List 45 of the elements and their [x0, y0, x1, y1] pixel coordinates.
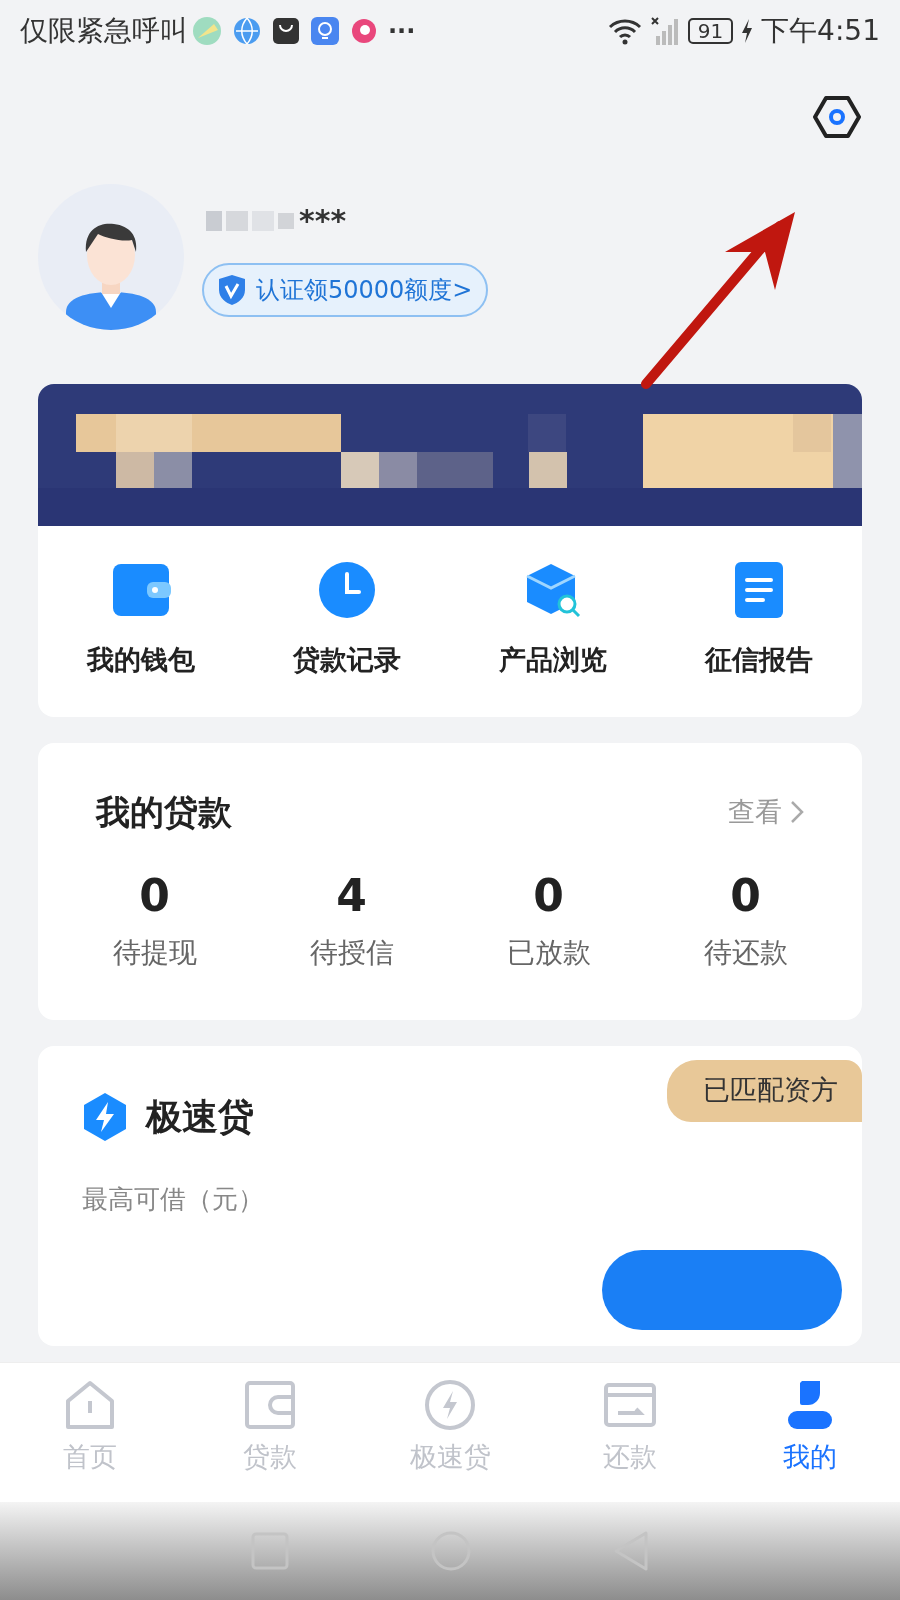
shield-icon: [218, 273, 246, 306]
masked-phone-number: ***: [299, 201, 347, 240]
settings-icon: [813, 95, 861, 139]
section-title: 我的贷款: [96, 790, 232, 834]
quick-action-label: 贷款记录: [293, 643, 401, 677]
status-text: 仅限紧急呼叫: [20, 13, 188, 49]
verification-badge[interactable]: 认证领50000额度>: [202, 262, 489, 317]
app-icon: [350, 17, 378, 45]
back-icon[interactable]: [612, 1530, 650, 1572]
view-link[interactable]: 查看: [728, 791, 804, 833]
stat-label: 已放款: [506, 934, 591, 971]
matched-tag: 已匹配资方: [667, 1059, 862, 1122]
charging-icon: [741, 19, 754, 43]
lightning-icon: [82, 1091, 128, 1142]
home-icon[interactable]: [430, 1530, 472, 1572]
globe-icon: [232, 16, 262, 46]
tab[interactable]: 我的: [720, 1363, 900, 1502]
signal-icon: [649, 16, 680, 46]
app-icon: [192, 16, 222, 46]
stat-value: 0: [139, 873, 170, 918]
stat-label: 待授信: [309, 934, 394, 971]
more-notifications: ···: [388, 16, 416, 47]
wifi-icon: [607, 17, 642, 45]
quick-action-label: 产品浏览: [499, 643, 607, 677]
battery-level: 91: [687, 18, 734, 44]
shopping-bag-icon: [272, 17, 300, 45]
max-amount-label: 最高可借（元）: [82, 1183, 264, 1214]
clock-icon: [317, 560, 377, 620]
quick-action[interactable]: 我的钱包: [38, 560, 244, 681]
stat-value: 0: [533, 873, 564, 918]
chevron-right-icon: [790, 800, 804, 824]
stat-label: 待还款: [703, 934, 788, 971]
product-title: 极速贷: [146, 1094, 254, 1139]
clock-time: 下午4:51: [761, 13, 880, 49]
stat-label: 待提现: [112, 934, 197, 971]
lightning-icon: [422, 1377, 478, 1433]
quick-action-label: 我的钱包: [87, 643, 195, 677]
quick-action[interactable]: 征信报告: [656, 560, 862, 681]
quick-action[interactable]: 产品浏览: [450, 560, 656, 681]
quick-action-label: 征信报告: [705, 643, 813, 677]
recent-apps-icon[interactable]: [250, 1531, 290, 1571]
stat-value: 0: [730, 873, 761, 918]
lightbulb-icon: [310, 16, 340, 46]
quick-action[interactable]: 贷款记录: [244, 560, 450, 681]
stat-value: 4: [336, 873, 367, 918]
